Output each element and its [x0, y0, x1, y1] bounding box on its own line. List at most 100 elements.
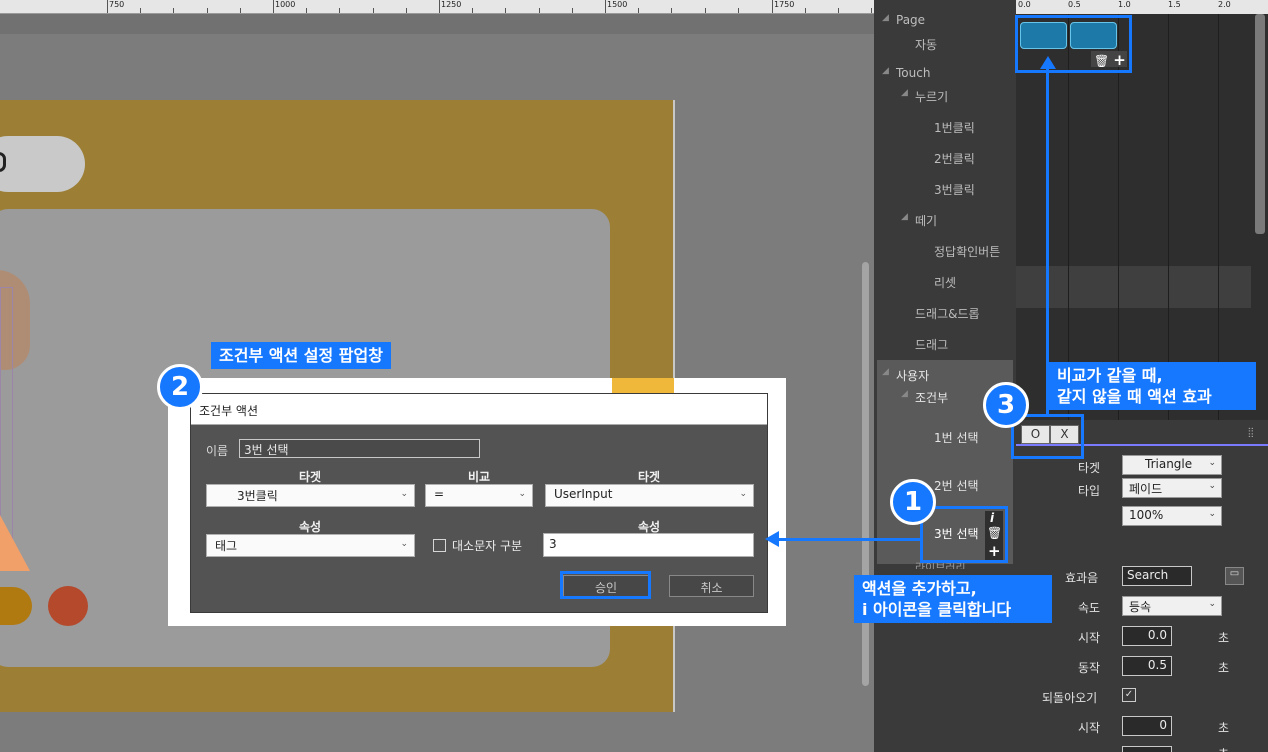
- attr-value-input[interactable]: 3: [543, 533, 754, 557]
- attr-select-1[interactable]: 태그 ⌄: [206, 534, 415, 557]
- tree-item-drag[interactable]: 드래그: [915, 336, 948, 353]
- target-select-2[interactable]: UserInput ⌄: [545, 484, 754, 507]
- dialog-title: 조건부 액션: [191, 394, 767, 425]
- chevron-down-icon: ⌄: [739, 489, 747, 499]
- timeline-tick: 1.5: [1168, 0, 1181, 9]
- expand-caret-icon[interactable]: ◢: [901, 212, 908, 222]
- compare-header: 비교: [467, 470, 491, 484]
- timeline-row-highlight: [1016, 266, 1251, 308]
- prop-action-label: 동작: [1078, 661, 1101, 675]
- prop-percent-select[interactable]: 100% ⌄: [1122, 506, 1222, 526]
- approve-highlight: [560, 571, 651, 599]
- red-circle-button[interactable]: [48, 586, 88, 626]
- tree-item-release[interactable]: 떼기: [915, 212, 937, 229]
- target-select-1[interactable]: 3번클릭 ⌄: [206, 484, 415, 507]
- tree-item-reset[interactable]: 리셋: [934, 274, 956, 291]
- clips-highlight: [1015, 15, 1132, 73]
- triangle-shape[interactable]: [0, 515, 30, 571]
- prop-target-select[interactable]: Triangle ⌄: [1122, 455, 1222, 475]
- timeline-tick: 1.0: [1118, 0, 1131, 9]
- tree-item-click1[interactable]: 1번클릭: [934, 119, 975, 136]
- app-window: 750 1000 1250 1500 1750 조건부 액션 이름 3번 선택 …: [0, 0, 1268, 752]
- arrow-head-up-icon: [1040, 56, 1056, 69]
- tree-item-click3[interactable]: 3번클릭: [934, 181, 975, 198]
- prop-start-input[interactable]: 0.0: [1122, 626, 1172, 646]
- chevron-down-icon: ⌄: [1208, 509, 1216, 519]
- tree-item-sel1[interactable]: 1번 선택: [934, 429, 979, 446]
- conditional-action-dialog[interactable]: 조건부 액션 이름 3번 선택 타겟 비교 타겟 3번클릭 ⌄ = ⌄ User…: [190, 393, 768, 613]
- target-header-2: 타겟: [637, 470, 661, 484]
- chevron-down-icon: ⌄: [1208, 481, 1216, 491]
- case-sensitive-label: 대소문자 구분: [452, 539, 523, 553]
- tree-item-dragdrop[interactable]: 드래그&드롭: [915, 305, 980, 322]
- callout-1-line2: i 아이콘을 클릭합니다: [862, 600, 1012, 619]
- tree-item-auto[interactable]: 자동: [915, 36, 937, 53]
- arrow-head-left-icon: [765, 531, 779, 547]
- tree-item-press[interactable]: 누르기: [915, 88, 948, 105]
- prop-sound-input[interactable]: Search: [1122, 566, 1192, 586]
- ruler-label: 1750: [774, 0, 795, 9]
- attr-header-1: 속성: [298, 520, 322, 534]
- expand-caret-icon[interactable]: ◢: [901, 88, 908, 98]
- prop-sound-label: 효과음: [1065, 571, 1099, 585]
- prop-type-value: 페이드: [1129, 482, 1163, 496]
- prop-target-value: Triangle: [1145, 457, 1193, 471]
- timeline-ruler: 0.0 0.5 1.0 1.5 2.0: [1016, 0, 1268, 14]
- arrow-line-1: [778, 538, 920, 541]
- callout-add-action: 액션을 추가하고, i 아이콘을 클릭합니다: [854, 575, 1052, 623]
- tree-item-sel2[interactable]: 2번 선택: [934, 477, 979, 494]
- name-input[interactable]: 3번 선택: [239, 439, 480, 458]
- chevron-down-icon: ⌄: [1208, 458, 1216, 468]
- callout-popup: 조건부 액션 설정 팝업창: [211, 342, 391, 369]
- timeline-tick: 0.5: [1068, 0, 1081, 9]
- tree-item-touch[interactable]: Touch: [896, 66, 930, 80]
- ruler-label: 750: [109, 0, 125, 9]
- step-badge-3: 3: [983, 382, 1029, 428]
- target-header-1: 타겟: [298, 470, 322, 484]
- timeline-tick: 0.0: [1018, 0, 1031, 9]
- name-label: 이름: [206, 444, 229, 458]
- prop-partial-input[interactable]: [1122, 746, 1172, 752]
- case-sensitive-checkbox[interactable]: [433, 539, 446, 552]
- chevron-down-icon: ⌄: [400, 489, 408, 499]
- callout-1-line1: 액션을 추가하고,: [862, 579, 977, 598]
- tree-item-conditional[interactable]: 조건부: [915, 389, 948, 406]
- callout-3-line2: 같지 않을 때 액션 효과: [1057, 387, 1212, 406]
- prop-action-unit: 초: [1218, 661, 1230, 675]
- horizontal-ruler: 750 1000 1250 1500 1750: [0, 0, 874, 14]
- timeline-zoom-icon[interactable]: ⦙⦙: [1248, 426, 1254, 441]
- return-checkbox[interactable]: ✓: [1122, 688, 1136, 702]
- folder-icon[interactable]: ▭: [1225, 567, 1244, 585]
- timeline-tick: 2.0: [1218, 0, 1231, 9]
- tree-item-user[interactable]: 사용자: [896, 367, 929, 384]
- prop-return-start-label: 시작: [1078, 721, 1101, 735]
- prop-return-start-input[interactable]: 0: [1122, 716, 1172, 736]
- canvas-top-strip: [0, 14, 874, 34]
- tree-item-click2[interactable]: 2번클릭: [934, 150, 975, 167]
- ruler-label: 1000: [275, 0, 296, 9]
- chevron-down-icon: ⌄: [1208, 599, 1216, 609]
- chevron-down-icon: ⌄: [518, 489, 526, 499]
- prop-action-input[interactable]: 0.5: [1122, 656, 1172, 676]
- tree-item-page[interactable]: Page: [896, 13, 925, 27]
- prop-speed-value: 등속: [1129, 600, 1152, 614]
- prop-speed-select[interactable]: 등속 ⌄: [1122, 596, 1222, 616]
- compare-select[interactable]: = ⌄: [425, 484, 533, 507]
- tree-item-answer-button[interactable]: 정답확인버튼: [934, 243, 1000, 260]
- step-badge-1: 1: [890, 479, 936, 525]
- expand-caret-icon[interactable]: ◢: [882, 66, 889, 76]
- expand-caret-icon[interactable]: ◢: [882, 367, 889, 377]
- prop-start-label: 시작: [1078, 631, 1101, 645]
- callout-3-line1: 비교가 같을 때,: [1057, 366, 1163, 385]
- prop-speed-label: 속도: [1078, 601, 1101, 615]
- prop-type-select[interactable]: 페이드 ⌄: [1122, 478, 1222, 498]
- cancel-button[interactable]: 취소: [669, 575, 754, 597]
- header-pill[interactable]: [0, 136, 85, 192]
- prop-return-start-unit: 초: [1218, 721, 1230, 735]
- expand-caret-icon[interactable]: ◢: [901, 389, 908, 399]
- prop-partial-unit: 초: [1218, 745, 1229, 752]
- prop-target-label: 타겟: [1078, 461, 1101, 475]
- timeline-scrollbar[interactable]: [1255, 14, 1265, 234]
- target-select-2-value: UserInput: [554, 487, 613, 501]
- expand-caret-icon[interactable]: ◢: [882, 13, 889, 23]
